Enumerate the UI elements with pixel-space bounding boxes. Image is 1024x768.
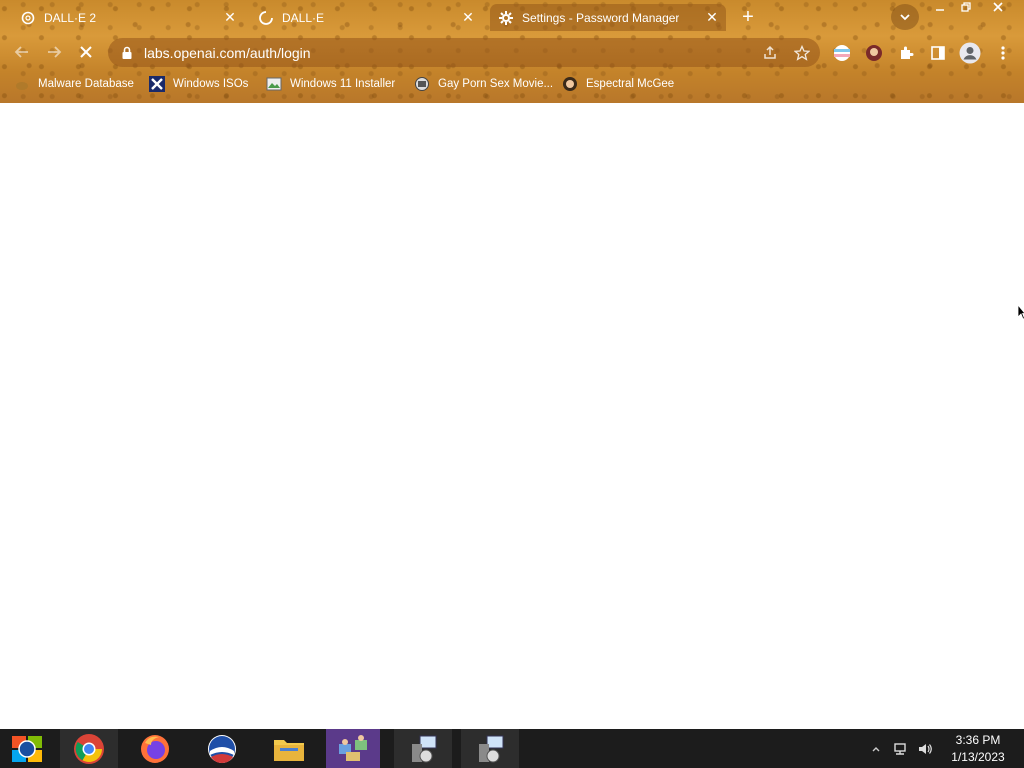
malware-icon: [14, 76, 30, 92]
bookmark-label: Espectral McGee: [586, 78, 675, 90]
tab-close-button[interactable]: ✕: [460, 9, 476, 25]
bookmark-windows-isos[interactable]: Windows ISOs: [149, 74, 248, 94]
opera-icon: [208, 734, 236, 763]
x-logo-icon: [149, 76, 165, 92]
arrow-left-icon: [14, 46, 28, 58]
tab-settings-password-manager[interactable]: Settings - Password Manager ✕: [490, 4, 726, 31]
page-content: [0, 103, 1024, 729]
tab-strip: DALL·E 2 ✕ DALL·E ✕ Settings - Password …: [0, 0, 1024, 34]
chrome-icon: [74, 733, 104, 764]
forward-button[interactable]: [42, 40, 66, 64]
loading-spinner-icon: [258, 10, 274, 26]
browser-frame: DALL·E 2 ✕ DALL·E ✕ Settings - Password …: [0, 0, 1024, 103]
show-hidden-icons-button[interactable]: [868, 729, 884, 768]
stop-icon: [80, 46, 92, 58]
taskbar-file-explorer[interactable]: [260, 729, 318, 768]
system-clock[interactable]: 3:36 PM 1/13/2023: [940, 732, 1016, 766]
taskbar-installer-1[interactable]: [394, 729, 452, 768]
profile-avatar-icon[interactable]: [959, 42, 981, 64]
bookmark-site[interactable]: Gay Porn Sex Movie...: [414, 74, 553, 94]
extension-flag-icon[interactable]: [832, 43, 852, 63]
star-icon[interactable]: [793, 44, 811, 62]
tab-close-button[interactable]: ✕: [222, 9, 238, 25]
minimize-button[interactable]: [926, 0, 954, 18]
windows-start-icon: [12, 735, 42, 762]
taskbar-opera[interactable]: [193, 729, 251, 768]
lock-icon: [120, 46, 134, 60]
network-app-icon: [339, 734, 367, 761]
taskbar: 3:36 PM 1/13/2023: [0, 729, 1024, 768]
address-bar[interactable]: labs.openai.com/auth/login: [108, 38, 820, 67]
bookmark-label: Windows 11 Installer: [290, 78, 396, 90]
clock-date: 1/13/2023: [951, 750, 1005, 764]
installer-icon: [412, 735, 437, 762]
bookmark-label: Malware Database: [38, 78, 134, 90]
avatar-favicon-icon: [562, 76, 578, 92]
tab-title: DALL·E 2: [44, 10, 97, 25]
tab-dalle-2[interactable]: DALL·E 2 ✕: [12, 4, 244, 31]
bookmark-label: Gay Porn Sex Movie...: [438, 78, 554, 90]
bookmark-windows-11-installer[interactable]: Windows 11 Installer: [266, 74, 395, 94]
puzzle-icon[interactable]: [896, 43, 916, 63]
chevron-up-icon: [872, 746, 880, 751]
taskbar-chrome[interactable]: [60, 729, 118, 768]
arrow-right-icon: [48, 46, 62, 58]
tab-search-button[interactable]: [891, 4, 919, 30]
extension-avatar-icon[interactable]: [864, 43, 884, 63]
taskbar-firefox[interactable]: [126, 729, 184, 768]
tab-title: DALL·E: [282, 10, 325, 25]
browser-toolbar: labs.openai.com/auth/login: [0, 36, 1024, 68]
close-icon: [993, 2, 1003, 12]
new-tab-button[interactable]: +: [736, 6, 760, 28]
file-explorer-icon: [274, 739, 304, 761]
chevron-down-icon: [900, 14, 910, 21]
start-button[interactable]: [0, 729, 54, 768]
network-tray-button[interactable]: [890, 729, 912, 768]
volume-tray-button[interactable]: [914, 729, 936, 768]
bookmark-label: Windows ISOs: [173, 78, 249, 90]
volume-icon: [919, 743, 932, 754]
installer-icon: [479, 735, 504, 762]
gear-icon: [498, 10, 514, 26]
favicon-icon: [414, 76, 430, 92]
image-icon: [266, 76, 282, 92]
restore-button[interactable]: [952, 0, 980, 18]
restore-icon: [961, 2, 971, 12]
side-panel-icon[interactable]: [928, 43, 948, 63]
taskbar-installer-2[interactable]: [461, 729, 519, 768]
stop-loading-button[interactable]: [74, 40, 98, 64]
minimize-icon: [936, 9, 944, 11]
clock-time: 3:36 PM: [955, 733, 1001, 747]
tab-dalle[interactable]: DALL·E ✕: [250, 4, 482, 31]
taskbar-network-app[interactable]: [326, 729, 380, 768]
bookmarks-bar: Malware Database Windows ISOs Windows 11…: [0, 72, 1024, 96]
openai-logo-icon: [20, 10, 36, 26]
bookmark-malware-database[interactable]: Malware Database: [14, 74, 134, 94]
more-menu-icon[interactable]: [993, 43, 1013, 63]
bookmark-espectral-mcgee[interactable]: Espectral McGee: [562, 74, 674, 94]
share-icon[interactable]: [761, 44, 779, 62]
url-text[interactable]: labs.openai.com/auth/login: [144, 45, 311, 61]
network-icon: [894, 742, 906, 755]
back-button[interactable]: [10, 40, 34, 64]
firefox-icon: [141, 734, 169, 763]
tab-title: Settings - Password Manager: [522, 10, 680, 25]
tab-close-button[interactable]: ✕: [704, 9, 720, 25]
close-window-button[interactable]: [984, 0, 1012, 18]
mouse-cursor-icon: [1017, 304, 1024, 320]
